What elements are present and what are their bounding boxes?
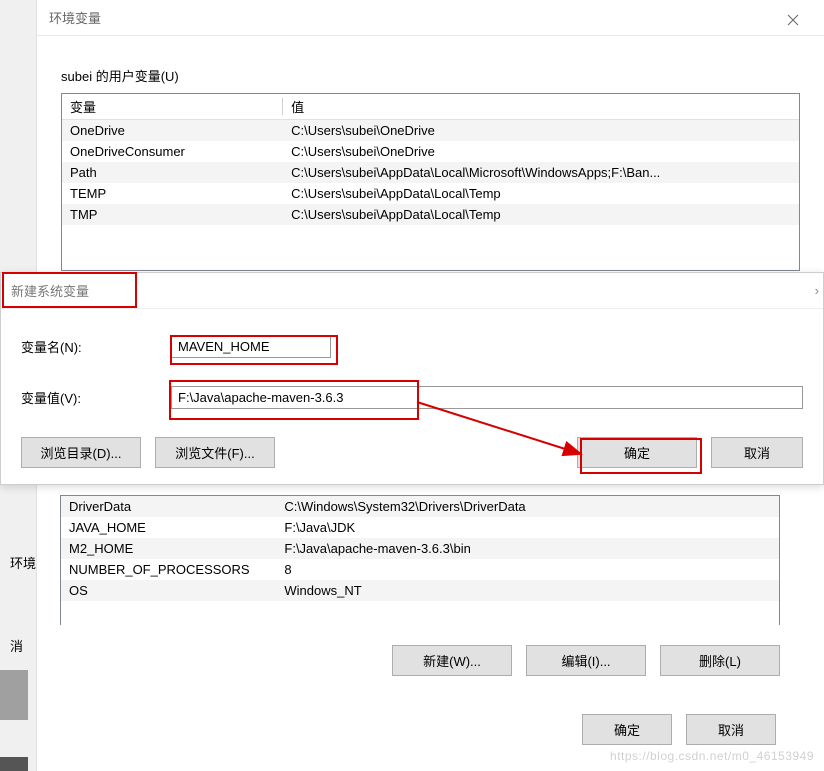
col-header-value[interactable]: 值 <box>283 94 799 120</box>
delete-button[interactable]: 删除(L) <box>660 645 780 676</box>
user-vars-table[interactable]: 变量 值 OneDriveC:\Users\subei\OneDrive One… <box>61 93 800 271</box>
table-row[interactable]: PathC:\Users\subei\AppData\Local\Microso… <box>62 162 799 183</box>
sys-vars-section: DriverDataC:\Windows\System32\Drivers\Dr… <box>36 495 804 745</box>
sub-more-icon: › <box>815 283 819 298</box>
table-row[interactable]: TMPC:\Users\subei\AppData\Local\Temp <box>62 204 799 225</box>
browse-dir-button[interactable]: 浏览目录(D)... <box>21 437 141 468</box>
sub-body: 变量名(N): MAVEN_HOME 变量值(V): F:\Java\apach… <box>1 309 823 484</box>
sys-vars-table[interactable]: DriverDataC:\Windows\System32\Drivers\Dr… <box>60 495 780 625</box>
table-row[interactable]: TEMPC:\Users\subei\AppData\Local\Temp <box>62 183 799 204</box>
user-vars-label: subei 的用户变量(U) <box>61 66 800 85</box>
table-row[interactable]: OneDriveConsumerC:\Users\subei\OneDrive <box>62 141 799 162</box>
new-button[interactable]: 新建(W)... <box>392 645 512 676</box>
table-row[interactable]: OneDriveC:\Users\subei\OneDrive <box>62 120 799 142</box>
table-row[interactable]: DriverDataC:\Windows\System32\Drivers\Dr… <box>61 496 779 517</box>
bg-thumb2 <box>0 757 28 771</box>
edit-button[interactable]: 编辑(I)... <box>526 645 646 676</box>
var-value-input[interactable]: F:\Java\apache-maven-3.6.3 <box>171 386 803 409</box>
env-titlebar: 环境变量 <box>37 0 824 36</box>
browse-file-button[interactable]: 浏览文件(F)... <box>155 437 275 468</box>
sub-title: 新建系统变量 <box>11 281 89 300</box>
bg-label: 环境 <box>10 553 36 572</box>
table-row[interactable]: OSWindows_NT <box>61 580 779 601</box>
col-header-variable[interactable]: 变量 <box>62 94 283 120</box>
env-cancel-button[interactable]: 取消 <box>686 714 776 745</box>
table-row[interactable]: M2_HOMEF:\Java\apache-maven-3.6.3\bin <box>61 538 779 559</box>
bg-msg: 消 <box>10 636 23 655</box>
close-button[interactable] <box>770 8 816 32</box>
env-body: subei 的用户变量(U) 变量 值 OneDriveC:\Users\sub… <box>37 36 824 291</box>
watermark: https://blog.csdn.net/m0_46153949 <box>610 749 814 763</box>
table-row[interactable]: JAVA_HOMEF:\Java\JDK <box>61 517 779 538</box>
ok-button[interactable]: 确定 <box>577 437 697 468</box>
sub-titlebar: 新建系统变量 › <box>1 273 823 309</box>
bg-thumb <box>0 670 28 720</box>
env-title: 环境变量 <box>49 8 101 27</box>
var-value-label: 变量值(V): <box>21 388 171 407</box>
close-icon <box>787 14 799 26</box>
var-name-input[interactable]: MAVEN_HOME <box>171 335 331 358</box>
var-name-label: 变量名(N): <box>21 337 171 356</box>
cancel-button[interactable]: 取消 <box>711 437 803 468</box>
env-ok-button[interactable]: 确定 <box>582 714 672 745</box>
table-row[interactable]: NUMBER_OF_PROCESSORS8 <box>61 559 779 580</box>
new-sysvar-dialog: 新建系统变量 › 变量名(N): MAVEN_HOME 变量值(V): F:\J… <box>0 272 824 485</box>
